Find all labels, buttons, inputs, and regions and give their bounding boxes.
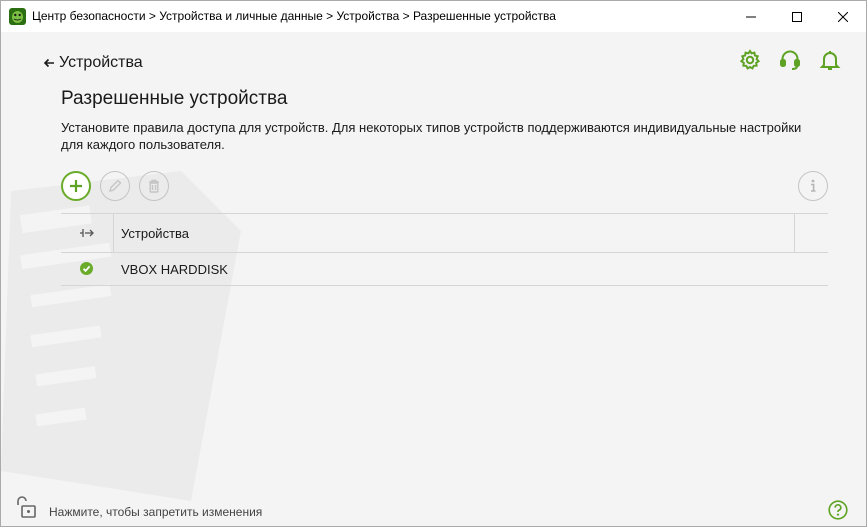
lock-changes-link[interactable]: Нажмите, чтобы запретить изменения	[49, 505, 262, 519]
maximize-icon	[792, 11, 802, 22]
headset-icon[interactable]	[778, 48, 802, 72]
minimize-icon	[746, 16, 756, 17]
edit-device-button[interactable]	[100, 171, 130, 201]
maximize-button[interactable]	[774, 1, 820, 32]
column-divider	[794, 214, 795, 252]
pencil-icon	[109, 179, 122, 192]
trash-icon	[149, 179, 159, 193]
plus-icon	[70, 180, 82, 192]
arrow-left-icon	[43, 58, 54, 68]
table-header: Устройства	[61, 213, 828, 253]
minimize-button[interactable]	[728, 1, 774, 32]
question-icon[interactable]	[828, 500, 848, 520]
status-column-header[interactable]	[61, 214, 114, 252]
info-icon	[811, 179, 816, 192]
devices-column-header[interactable]: Устройства	[121, 226, 189, 241]
unlock-icon[interactable]	[15, 495, 39, 519]
device-name: VBOX HARDDISK	[121, 262, 228, 277]
close-button[interactable]	[820, 1, 866, 32]
gear-icon[interactable]	[738, 48, 762, 72]
page-title: Разрешенные устройства	[61, 88, 288, 109]
close-icon	[838, 11, 848, 22]
app-window: Центр безопасности > Устройства и личные…	[0, 0, 867, 527]
info-button[interactable]	[798, 171, 828, 201]
drweb-spider-icon	[9, 8, 26, 25]
delete-device-button[interactable]	[139, 171, 169, 201]
table-row[interactable]: VBOX HARDDISK	[61, 253, 828, 286]
title-bar: Центр безопасности > Устройства и личные…	[1, 1, 866, 32]
add-device-button[interactable]	[61, 171, 91, 201]
back-link[interactable]: Устройства	[43, 54, 143, 72]
devices-table: Устройства VBOX HARDDISK	[61, 213, 828, 286]
check-circle-icon	[80, 262, 93, 275]
bell-icon[interactable]	[818, 48, 842, 72]
back-link-label: Устройства	[59, 54, 143, 71]
window-title: Центр безопасности > Устройства и личные…	[32, 9, 556, 23]
plug-icon	[80, 229, 94, 237]
page-description: Установите правила доступа для устройств…	[61, 120, 802, 152]
